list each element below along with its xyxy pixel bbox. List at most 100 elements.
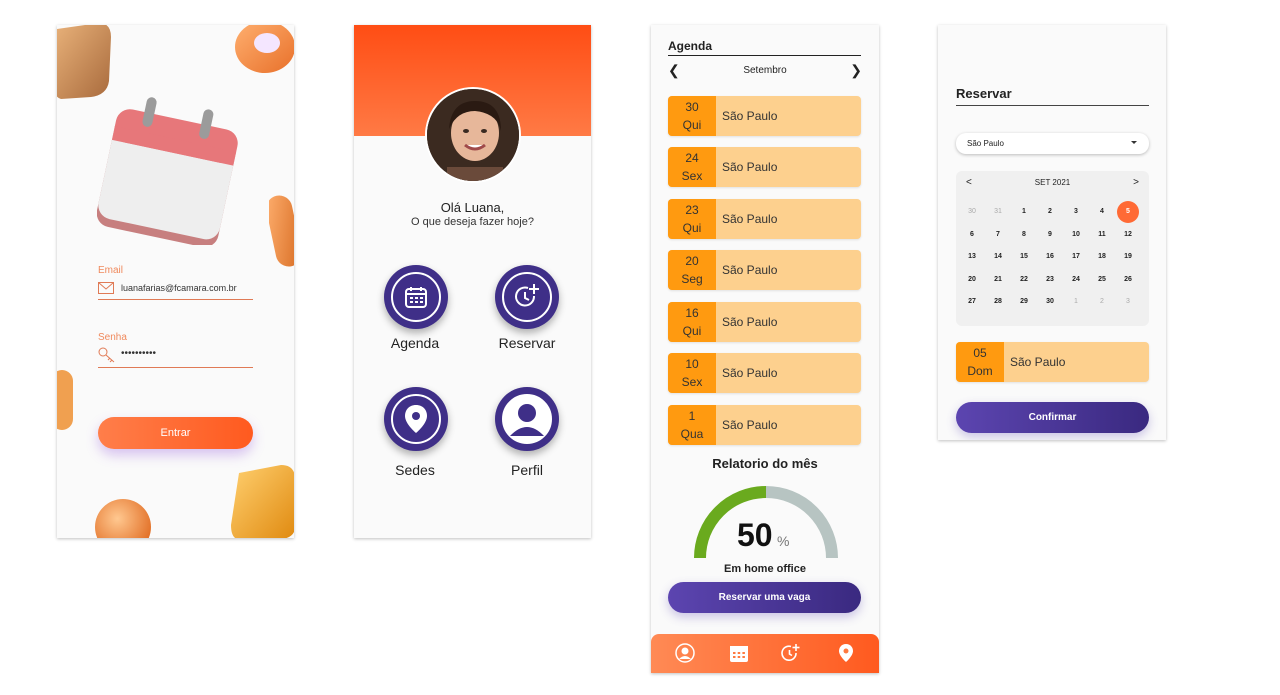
agenda-item-weekday: Sex (681, 169, 703, 183)
calendar-day[interactable]: 18 (1091, 246, 1113, 268)
reservation-day: 05 (973, 346, 987, 360)
calendar-day[interactable]: 30 (1039, 291, 1061, 313)
next-month-button[interactable]: > (1133, 177, 1139, 188)
agenda-item-day: 23 (685, 203, 699, 217)
agenda-item-city: São Paulo (722, 366, 778, 380)
location-pin-icon[interactable] (836, 643, 856, 663)
agenda-item[interactable]: 23 Qui São Paulo (668, 199, 861, 239)
perfil-label: Perfil (511, 462, 543, 478)
calendar-day[interactable]: 17 (1065, 246, 1087, 268)
password-field[interactable]: •••••••••• (121, 348, 156, 359)
agenda-item[interactable]: 20 Seg São Paulo (668, 250, 861, 290)
calendar-day[interactable]: 7 (987, 224, 1009, 246)
calendar-day[interactable]: 14 (987, 246, 1009, 268)
sedes-button[interactable] (384, 387, 448, 451)
decorative-ball (95, 499, 151, 538)
calendar-day[interactable]: 3 (1065, 201, 1087, 223)
agenda-item[interactable]: 30 Qui São Paulo (668, 96, 861, 136)
location-select-value: São Paulo (967, 139, 1004, 148)
agenda-item-weekday: Sex (681, 375, 703, 389)
title-divider (956, 105, 1149, 106)
login-button[interactable]: Entrar (98, 417, 253, 449)
calendar-day[interactable]: 27 (961, 291, 983, 313)
calendar-day[interactable]: 5 (1117, 201, 1139, 223)
calendar-day[interactable]: 31 (987, 201, 1009, 223)
month-navigator: ❮ Setembro ❯ (668, 62, 862, 79)
reservar-label: Reservar (498, 335, 556, 351)
calendar-illustration (97, 97, 238, 245)
calendar-day[interactable]: 24 (1065, 269, 1087, 291)
selected-reservation[interactable]: 05 Dom São Paulo (956, 342, 1149, 382)
agenda-item-city: São Paulo (722, 109, 778, 123)
calendar-day[interactable]: 10 (1065, 224, 1087, 246)
calendar-day[interactable]: 11 (1091, 224, 1113, 246)
agenda-item-city: São Paulo (722, 263, 778, 277)
report-title: Relatorio do mês (712, 456, 818, 471)
reservar-button[interactable] (495, 265, 559, 329)
calendar-day[interactable]: 2 (1091, 291, 1113, 313)
calendar-day[interactable]: 13 (961, 246, 983, 268)
password-label: Senha (98, 332, 127, 343)
calendar-day[interactable]: 15 (1013, 246, 1035, 268)
clock-plus-icon[interactable] (781, 643, 801, 663)
location-pin-icon (405, 405, 427, 433)
avatar-photo (427, 89, 519, 181)
calendar-day[interactable]: 28 (987, 291, 1009, 313)
email-field[interactable]: luanafarias@fcamara.com.br (121, 283, 237, 293)
avatar[interactable] (425, 87, 521, 183)
greeting-text: Olá Luana, (440, 200, 505, 215)
calendar-day[interactable]: 23 (1039, 269, 1061, 291)
calendar-icon[interactable] (729, 643, 749, 663)
agenda-label: Agenda (390, 335, 440, 351)
calendar-day[interactable]: 3 (1117, 291, 1139, 313)
agenda-item-city: São Paulo (722, 160, 778, 174)
calendar-day[interactable]: 19 (1117, 246, 1139, 268)
calendar-header: < SET 2021 > (956, 177, 1149, 188)
calendar-day[interactable]: 16 (1039, 246, 1061, 268)
agenda-item-day: 16 (685, 306, 699, 320)
user-icon[interactable] (675, 643, 695, 663)
agenda-item[interactable]: 10 Sex São Paulo (668, 353, 861, 393)
decorative-cube-bottom (231, 465, 294, 538)
decorative-torus (235, 25, 294, 73)
agenda-item[interactable]: 1 Qua São Paulo (668, 405, 861, 445)
calendar-day[interactable]: 12 (1117, 224, 1139, 246)
reservation-city: São Paulo (1010, 355, 1066, 369)
location-select[interactable]: São Paulo (956, 133, 1149, 154)
envelope-icon (98, 282, 114, 294)
agenda-item-day: 20 (685, 254, 699, 268)
calendar-day[interactable]: 1 (1065, 291, 1087, 313)
agenda-item[interactable]: 16 Qui São Paulo (668, 302, 861, 342)
reserve-spot-button[interactable]: Reservar uma vaga (668, 582, 861, 613)
calendar-day[interactable]: 6 (961, 224, 983, 246)
calendar-day[interactable]: 9 (1039, 224, 1061, 246)
agenda-screen: Agenda ❮ Setembro ❯ 30 Qui São Paulo 24 Se… (651, 25, 879, 673)
calendar-day[interactable]: 30 (961, 201, 983, 223)
calendar-day[interactable]: 1 (1013, 201, 1035, 223)
greeting-question: O que deseja fazer hoje? (411, 216, 534, 228)
calendar-day[interactable]: 26 (1117, 269, 1139, 291)
perfil-button[interactable] (495, 387, 559, 451)
calendar-month-label: SET 2021 (1034, 178, 1071, 187)
decorative-cube (57, 25, 111, 99)
calendar-day[interactable]: 21 (987, 269, 1009, 291)
calendar-day[interactable]: 22 (1013, 269, 1035, 291)
calendar-day[interactable]: 29 (1013, 291, 1035, 313)
agenda-item-weekday: Seg (681, 272, 703, 286)
prev-month-button[interactable]: < (966, 177, 972, 188)
user-icon (510, 404, 544, 436)
calendar-day[interactable]: 8 (1013, 224, 1035, 246)
reservar-screen: Reservar São Paulo < SET 2021 > 30 31 1 2 3 4… (938, 25, 1166, 440)
next-month-button[interactable]: ❯ (850, 62, 862, 79)
agenda-item[interactable]: 24 Sex São Paulo (668, 147, 861, 187)
calendar-day[interactable]: 20 (961, 269, 983, 291)
calendar-day[interactable]: 2 (1039, 201, 1061, 223)
calendar-day[interactable]: 4 (1091, 201, 1113, 223)
confirm-button[interactable]: Confirmar (956, 402, 1149, 433)
report-label: Em home office (724, 563, 806, 575)
agenda-button[interactable] (384, 265, 448, 329)
email-underline (98, 299, 253, 300)
reservation-weekday: Dom (967, 364, 993, 378)
login-screen: Email luanafarias@fcamara.com.br Senha •… (57, 25, 294, 538)
calendar-day[interactable]: 25 (1091, 269, 1113, 291)
